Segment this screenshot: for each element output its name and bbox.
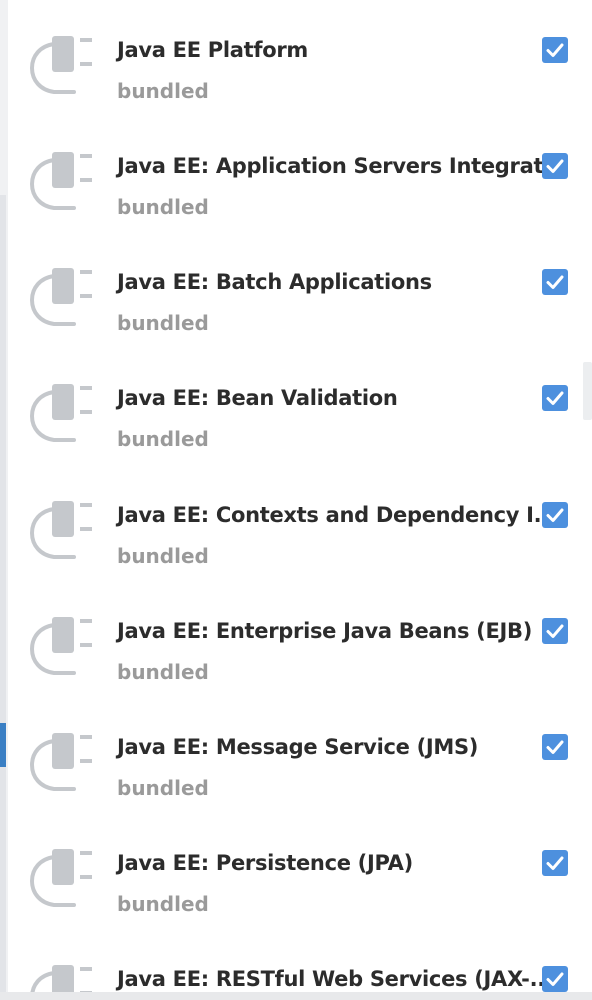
plugin-enabled-checkbox[interactable] bbox=[542, 966, 568, 992]
plugin-enabled-checkbox[interactable] bbox=[542, 734, 568, 760]
plugin-name: Java EE: Contexts and Dependency I... bbox=[117, 503, 557, 527]
plugin-item[interactable]: Java EE Platform bundled bbox=[0, 0, 592, 116]
plugin-enabled-checkbox[interactable] bbox=[542, 502, 568, 528]
plugin-name: Java EE: Message Service (JMS) bbox=[117, 735, 479, 759]
plugin-item[interactable]: Java EE: Application Servers Integrat...… bbox=[0, 116, 592, 232]
plugin-icon bbox=[28, 380, 98, 446]
plugin-status: bundled bbox=[117, 79, 209, 103]
plugin-name: Java EE: Enterprise Java Beans (EJB) bbox=[117, 619, 533, 643]
plugin-status: bundled bbox=[117, 544, 209, 568]
plugin-item[interactable]: Java EE: RESTful Web Services (JAX-... b… bbox=[0, 929, 592, 1000]
plugin-enabled-checkbox[interactable] bbox=[542, 37, 568, 63]
plugin-enabled-checkbox[interactable] bbox=[542, 385, 568, 411]
plugin-name: Java EE Platform bbox=[117, 38, 308, 62]
plugin-name: Java EE: Bean Validation bbox=[117, 386, 398, 410]
bottom-panel-edge bbox=[0, 992, 592, 1000]
plugin-enabled-checkbox[interactable] bbox=[542, 850, 568, 876]
plugin-icon bbox=[28, 497, 98, 563]
scrollbar-thumb[interactable] bbox=[583, 362, 592, 420]
plugin-status: bundled bbox=[117, 311, 209, 335]
plugin-item[interactable]: Java EE: Message Service (JMS) bundled bbox=[0, 697, 592, 813]
plugin-name: Java EE: Application Servers Integrat... bbox=[117, 154, 567, 178]
plugin-icon bbox=[28, 264, 98, 330]
plugin-item[interactable]: Java EE: Enterprise Java Beans (EJB) bun… bbox=[0, 581, 592, 697]
plugin-enabled-checkbox[interactable] bbox=[542, 153, 568, 179]
plugin-status: bundled bbox=[117, 892, 209, 916]
plugin-name: Java EE: RESTful Web Services (JAX-... bbox=[117, 967, 553, 991]
plugin-item[interactable]: Java EE: Persistence (JPA) bundled bbox=[0, 813, 592, 929]
plugin-status: bundled bbox=[117, 776, 209, 800]
plugin-name: Java EE: Batch Applications bbox=[117, 270, 432, 294]
plugin-item[interactable]: Java EE: Bean Validation bundled bbox=[0, 348, 592, 464]
plugin-icon bbox=[28, 148, 98, 214]
plugin-list: Java EE Platform bundled Java EE: Applic… bbox=[0, 0, 592, 1000]
plugin-name: Java EE: Persistence (JPA) bbox=[117, 851, 413, 875]
plugin-item[interactable]: Java EE: Contexts and Dependency I... bu… bbox=[0, 465, 592, 581]
plugin-enabled-checkbox[interactable] bbox=[542, 269, 568, 295]
plugin-icon bbox=[28, 32, 98, 98]
plugin-icon bbox=[28, 613, 98, 679]
plugin-status: bundled bbox=[117, 195, 209, 219]
plugin-status: bundled bbox=[117, 427, 209, 451]
plugin-icon bbox=[28, 729, 98, 795]
plugin-status: bundled bbox=[117, 660, 209, 684]
plugin-icon bbox=[28, 845, 98, 911]
plugin-enabled-checkbox[interactable] bbox=[542, 618, 568, 644]
plugin-item[interactable]: Java EE: Batch Applications bundled bbox=[0, 232, 592, 348]
